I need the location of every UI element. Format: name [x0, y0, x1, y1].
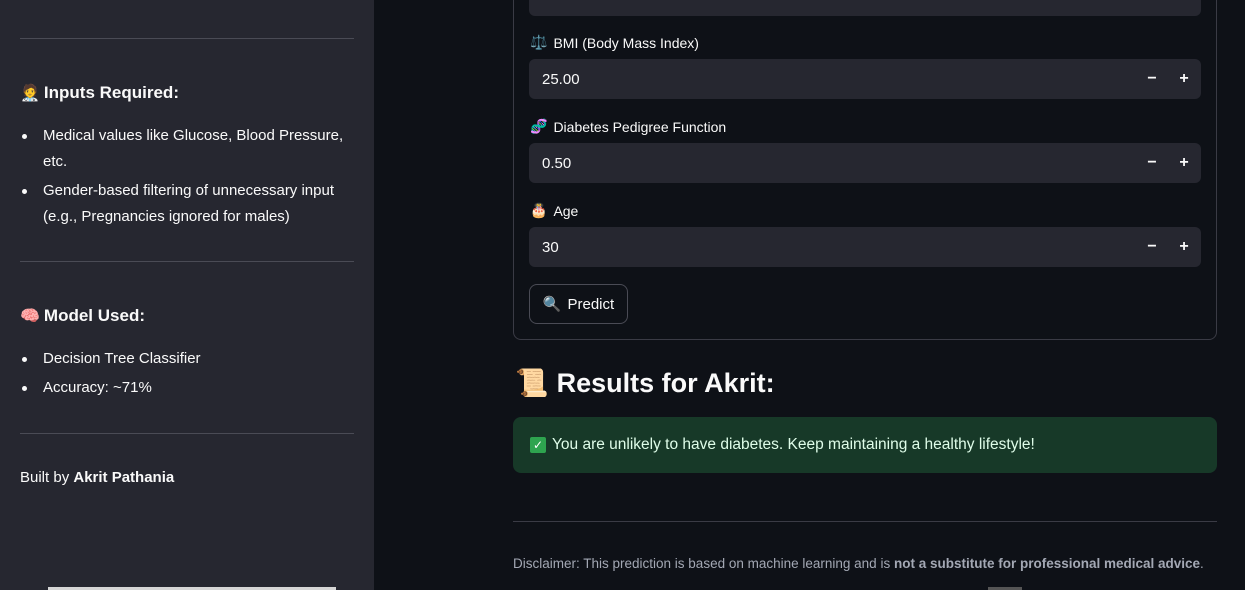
scroll-icon: 📜 [515, 368, 549, 398]
model-used-list: Decision Tree Classifier Accuracy: ~71% [20, 346, 350, 401]
inputs-required-heading: 🧑‍⚕️ Inputs Required: [20, 83, 179, 103]
magnifier-icon: 🔍 [542, 296, 562, 313]
list-item: Decision Tree Classifier [20, 346, 350, 372]
sidebar-divider [20, 433, 354, 434]
dpf-label-text: Diabetes Pedigree Function [553, 118, 727, 135]
scale-icon: ⚖️ [530, 34, 548, 50]
health-worker-icon: 🧑‍⚕️ [20, 85, 40, 102]
disclaimer-suffix: . [1200, 556, 1204, 571]
bmi-label-text: BMI (Body Mass Index) [553, 34, 699, 51]
age-input[interactable]: 30 − + [529, 227, 1201, 267]
main-divider [513, 521, 1217, 522]
age-label-text: Age [553, 202, 579, 219]
age-increment-button[interactable]: + [1168, 227, 1200, 267]
built-by-prefix: Built by [20, 469, 74, 486]
dpf-decrement-button[interactable]: − [1136, 143, 1168, 183]
bmi-increment-button[interactable]: + [1168, 59, 1200, 99]
result-success-alert: ✓ You are unlikely to have diabetes. Kee… [513, 417, 1217, 473]
results-title-text: Results for Akrit: [556, 367, 775, 398]
age-label: 🎂 Age [530, 202, 578, 219]
list-item: Gender-based filtering of unnecessary in… [20, 178, 350, 230]
inputs-required-label: Inputs Required: [43, 83, 179, 102]
dpf-value[interactable]: 0.50 [529, 155, 1136, 172]
disclaimer-bold: not a substitute for professional medica… [893, 556, 1201, 571]
bmi-value[interactable]: 25.00 [529, 71, 1136, 88]
brain-icon: 🧠 [20, 308, 40, 325]
result-message: You are unlikely to have diabetes. Keep … [552, 436, 1035, 453]
predict-button[interactable]: 🔍 Predict [529, 284, 628, 324]
cake-icon: 🎂 [530, 202, 548, 218]
sidebar: 🧑‍⚕️ Inputs Required: Medical values lik… [0, 0, 374, 590]
list-item: Accuracy: ~71% [20, 375, 350, 401]
check-mark-icon: ✓ [530, 437, 546, 453]
bmi-decrement-button[interactable]: − [1136, 59, 1168, 99]
predict-label: Predict [567, 295, 615, 313]
model-used-heading: 🧠 Model Used: [20, 306, 145, 326]
results-title: 📜 Results for Akrit: [515, 367, 775, 399]
inputs-required-list: Medical values like Glucose, Blood Press… [20, 123, 350, 230]
previous-number-input[interactable] [529, 0, 1201, 16]
age-decrement-button[interactable]: − [1136, 227, 1168, 267]
disclaimer: Disclaimer: This prediction is based on … [513, 556, 1204, 571]
dpf-label: 🧬 Diabetes Pedigree Function [530, 118, 726, 135]
dna-icon: 🧬 [530, 118, 548, 134]
sidebar-divider [20, 38, 354, 39]
sidebar-divider [20, 261, 354, 262]
list-item: Medical values like Glucose, Blood Press… [20, 123, 350, 175]
bmi-label: ⚖️ BMI (Body Mass Index) [530, 34, 699, 51]
bmi-input[interactable]: 25.00 − + [529, 59, 1201, 99]
dpf-input[interactable]: 0.50 − + [529, 143, 1201, 183]
model-used-label: Model Used: [43, 306, 145, 325]
disclaimer-prefix: Disclaimer: This prediction is based on … [513, 556, 894, 571]
author-name: Akrit Pathania [73, 469, 175, 486]
dpf-increment-button[interactable]: + [1168, 143, 1200, 183]
age-value[interactable]: 30 [529, 239, 1136, 256]
built-by-credit: Built by Akrit Pathania [20, 469, 174, 486]
